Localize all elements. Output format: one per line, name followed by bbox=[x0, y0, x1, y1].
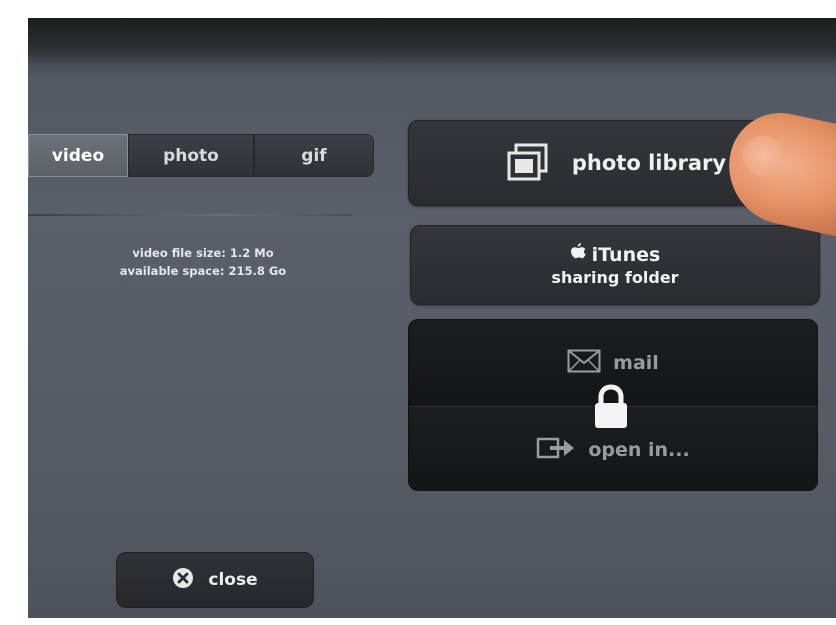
lock-icon bbox=[592, 384, 630, 430]
itunes-sublabel: sharing folder bbox=[551, 268, 679, 287]
apple-icon bbox=[570, 243, 586, 266]
open-in-label: open in... bbox=[588, 438, 690, 461]
itunes-label: iTunes bbox=[591, 243, 661, 266]
divider bbox=[28, 214, 352, 216]
envelope-icon bbox=[567, 349, 601, 377]
tab-photo[interactable]: photo bbox=[128, 134, 254, 177]
app-screen: video photo gif video file size: 1.2 Mo … bbox=[28, 18, 836, 618]
open-in-icon bbox=[536, 435, 576, 465]
screen-bezel bbox=[28, 18, 836, 64]
close-button[interactable]: close bbox=[116, 552, 314, 608]
video-file-size: video file size: 1.2 Mo bbox=[132, 246, 274, 260]
close-label: close bbox=[208, 570, 258, 590]
itunes-title: iTunes bbox=[570, 243, 661, 266]
file-info: video file size: 1.2 Mo available space:… bbox=[88, 244, 318, 280]
close-circle-icon bbox=[172, 567, 194, 593]
photo-library-label: photo library bbox=[571, 151, 727, 175]
tab-video[interactable]: video bbox=[28, 134, 128, 177]
format-segmented-control: video photo gif bbox=[28, 134, 374, 177]
photo-library-icon bbox=[506, 143, 550, 183]
tab-gif[interactable]: gif bbox=[254, 134, 374, 177]
locked-share-group: mail open in... bbox=[408, 319, 818, 491]
itunes-sharing-button[interactable]: iTunes sharing folder bbox=[410, 225, 820, 305]
mail-label: mail bbox=[613, 352, 659, 374]
available-space: available space: 215.8 Go bbox=[119, 264, 287, 278]
